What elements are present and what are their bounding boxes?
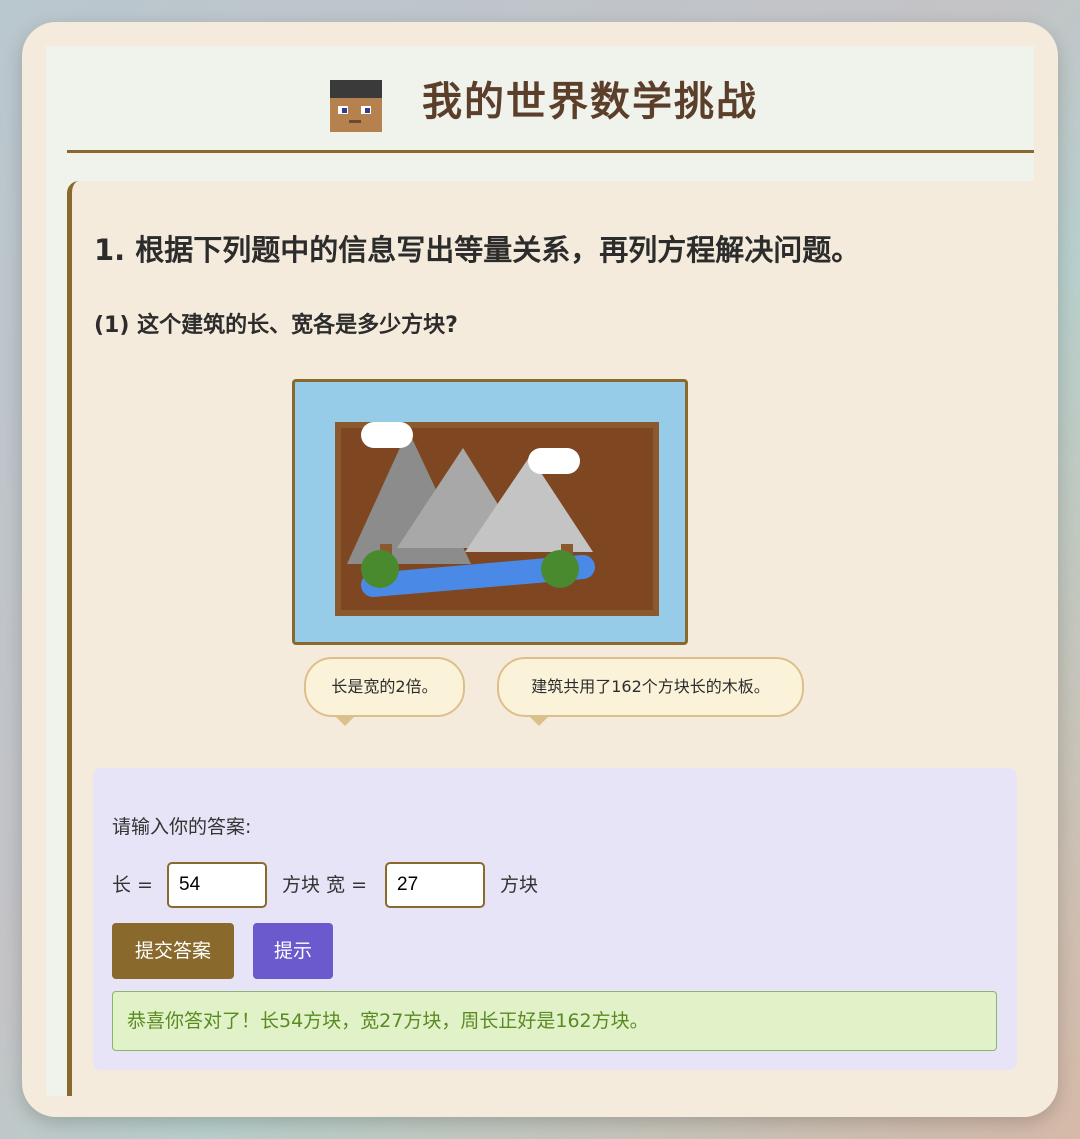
building-illustration [292,379,688,645]
answer-prompt: 请输入你的答案: [112,816,252,838]
content-panel: 我的世界数学挑战 1. 根据下列题中的信息写出等量关系，再列方程解决问题。 (1… [46,46,1034,1096]
unit-label: 方块 [500,874,539,896]
header-divider [67,150,1034,153]
page-title: 我的世界数学挑战 [422,79,758,125]
length-label: 长 = [112,874,153,896]
page-header: 我的世界数学挑战 [46,46,1034,154]
bubble-tail [528,715,550,726]
steve-face-icon [330,80,382,132]
result-message: 恭喜你答对了！长54方块，宽27方块，周长正好是162方块。 [112,991,997,1051]
bubble-tail [334,715,356,726]
width-label: 方块 宽 = [282,874,367,896]
hint-bubble-perimeter: 建筑共用了162个方块长的木板。 [497,657,804,717]
answer-panel: 请输入你的答案: 长 = 54 方块 宽 = 27 方块 提交答案 提示 恭喜你… [93,768,1017,1070]
submit-button[interactable]: 提交答案 [112,923,234,979]
hint-bubble-ratio: 长是宽的2倍。 [304,657,465,717]
question-subtitle: (1) 这个建筑的长、宽各是多少方块? [94,313,458,338]
app-card: 我的世界数学挑战 1. 根据下列题中的信息写出等量关系，再列方程解决问题。 (1… [22,22,1058,1117]
question-title: 1. 根据下列题中的信息写出等量关系，再列方程解决问题。 [94,233,861,267]
width-input[interactable]: 27 [385,862,485,908]
length-input[interactable]: 54 [167,862,267,908]
question-card: 1. 根据下列题中的信息写出等量关系，再列方程解决问题。 (1) 这个建筑的长、… [67,181,1034,1096]
hint-button[interactable]: 提示 [253,923,333,979]
